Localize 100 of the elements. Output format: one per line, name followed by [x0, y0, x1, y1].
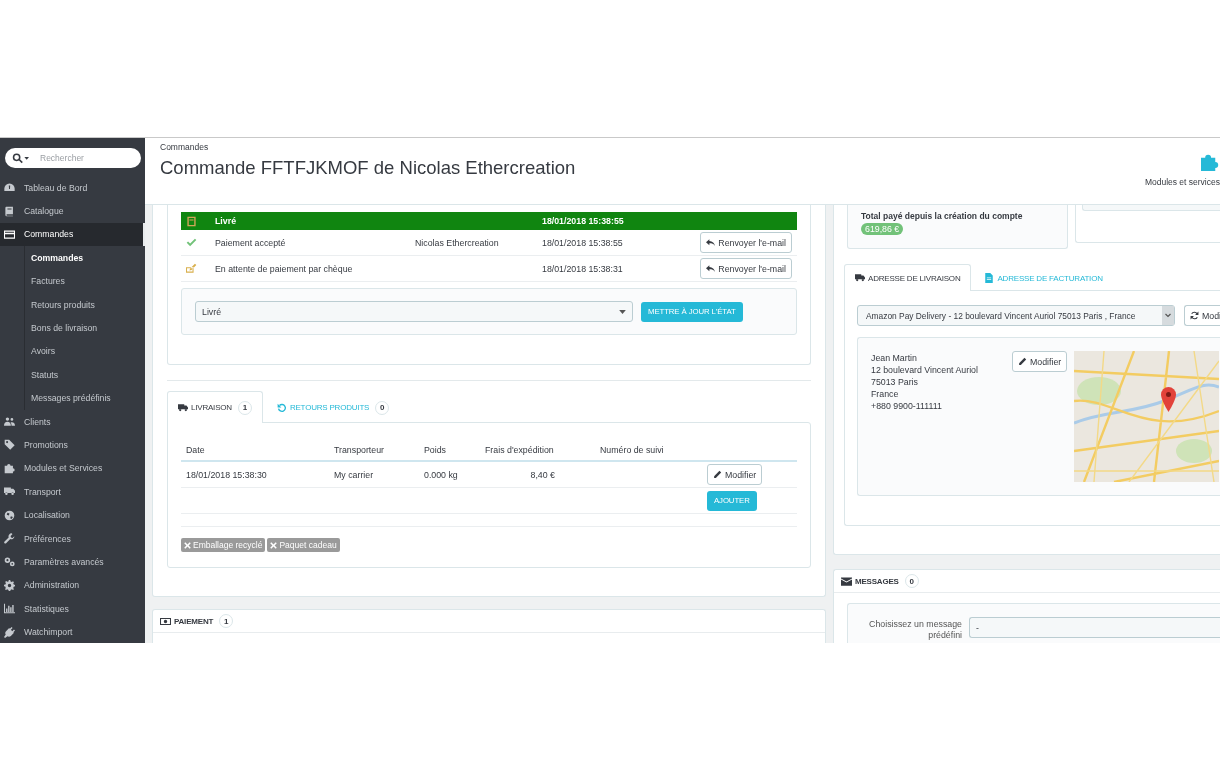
sidebar-item[interactable]: Clients [0, 409, 145, 434]
plug-icon [4, 626, 15, 638]
column-header: Poids [424, 444, 446, 455]
message-select[interactable]: - [969, 617, 1220, 638]
count-badge: 0 [375, 400, 390, 415]
truck-icon [4, 486, 15, 498]
sidebar-item[interactable]: Paramètres avancés [0, 550, 145, 574]
change-address-button[interactable]: Modi [1184, 305, 1220, 326]
sidebar-item[interactable]: Transport [0, 480, 145, 504]
edit-address-button[interactable]: Modifier [1012, 351, 1068, 372]
edit-shipping-button[interactable]: Modifier [707, 464, 763, 485]
sidebar-item[interactable]: Watchimport [0, 620, 145, 643]
input-field[interactable] [1082, 205, 1220, 211]
sidebar-item[interactable]: Modules et Services [0, 456, 145, 481]
gears-icon [4, 556, 15, 568]
tab[interactable]: RETOURS PRODUITS 0 [265, 391, 401, 423]
puzzle-icon [1201, 153, 1220, 171]
table-cell: 8,40 € [530, 469, 555, 480]
map-pin-icon [1161, 387, 1177, 412]
address-select[interactable]: Amazon Pay Delivery - 12 boulevard Vincent Auriol 75013 Paris , France [857, 305, 1175, 326]
sidebar-item[interactable]: Préférences [0, 526, 145, 551]
search-icon[interactable] [12, 153, 29, 164]
sidebar-item[interactable]: Commandes [0, 222, 145, 247]
tag-label: Paquet cadeau [279, 540, 337, 550]
sidebar-item[interactable]: Catalogue [0, 199, 145, 223]
pencil-icon [1018, 357, 1027, 366]
page-title: Commande FFTFJKMOF de Nicolas Ethercreation [160, 157, 576, 179]
submenu-item[interactable]: Avoirs [25, 339, 55, 364]
puzzle-icon [4, 462, 15, 474]
submenu-item[interactable]: Messages prédéfinis [25, 386, 111, 410]
count-badge: 1 [237, 400, 252, 415]
address-line: France [871, 388, 899, 400]
table-cell: 0.000 kg [424, 469, 458, 480]
status-date: 18/01/2018 15:38:55 [542, 237, 623, 248]
bar-chart-icon [4, 603, 15, 615]
submenu-item[interactable]: Bons de livraison [25, 316, 98, 340]
resend-email-button[interactable]: Renvoyer l'e-mail [700, 258, 792, 279]
column-header: Transporteur [334, 444, 385, 455]
check-icon [186, 237, 197, 248]
credit-card-icon [4, 228, 15, 240]
column-header: Numéro de suivi [600, 444, 664, 455]
submenu-item[interactable]: Retours produits [25, 292, 95, 317]
section-title: MESSAGES [855, 576, 899, 586]
address-line: Jean Martin [871, 352, 917, 364]
submenu-item[interactable]: Statuts [25, 363, 59, 387]
sidebar-item[interactable]: Promotions [0, 433, 145, 457]
sidebar-item[interactable]: Administration [0, 573, 145, 598]
status-name: En attente de paiement par chèque [215, 263, 353, 274]
envelope-icon [841, 576, 852, 586]
sidebar-item[interactable]: Tableau de Bord [0, 176, 145, 200]
caret-icon [619, 309, 626, 314]
count-badge: 0 [904, 574, 919, 588]
column-header: Frais d'expédition [485, 444, 554, 455]
tag-icon [4, 439, 15, 451]
status-name: Paiement accepté [215, 237, 286, 248]
resend-email-button[interactable]: Renvoyer l'e-mail [700, 232, 792, 253]
cross-icon [184, 541, 191, 549]
cross-icon [270, 541, 278, 549]
column-header: Date [186, 444, 205, 455]
pencil-icon [713, 470, 722, 479]
truck-icon [178, 402, 188, 413]
tab[interactable]: ADRESSE DE LIVRAISON [844, 264, 972, 291]
globe-icon [4, 509, 15, 521]
wrench-icon [4, 533, 15, 545]
sidebar-item[interactable]: Localisation [0, 503, 145, 527]
document-icon [984, 273, 995, 283]
toolbar-button[interactable]: Modules et services [1144, 153, 1220, 187]
total-badge: 619,86 € [861, 223, 904, 235]
refresh-icon [1190, 311, 1199, 320]
status-date: 18/01/2018 15:38:55 [542, 216, 624, 226]
tag-label: Emballage recyclé [193, 540, 263, 550]
book-icon [4, 205, 15, 217]
breadcrumb[interactable]: Commandes [160, 142, 209, 153]
status-name: Livré [215, 216, 237, 226]
employee-name: Nicolas Ethercreation [415, 237, 499, 248]
search-field[interactable]: Rechercher [5, 148, 141, 168]
sidebar-item[interactable]: Statistiques [0, 597, 145, 621]
users-icon [4, 416, 15, 428]
table-cell: 18/01/2018 15:38:30 [186, 469, 267, 480]
package-icon [186, 215, 197, 227]
gauge-icon [4, 182, 15, 194]
undo-icon [276, 402, 287, 413]
status-select[interactable]: Livré [195, 301, 633, 322]
submenu-item[interactable]: Commandes [25, 246, 84, 270]
status-date: 18/01/2018 15:38:31 [542, 263, 623, 274]
address-line: 12 boulevard Vincent Auriol [871, 364, 978, 376]
tab[interactable]: LIVRAISON 1 [167, 391, 263, 423]
banknote-icon [160, 616, 171, 626]
section-title: PAIEMENT [174, 616, 214, 626]
reply-icon [706, 264, 716, 273]
table-cell: My carrier [334, 469, 374, 480]
gear-icon [4, 579, 15, 591]
submenu-item[interactable]: Factures [25, 269, 65, 293]
pencil-paper-icon [186, 263, 197, 274]
field-label: Choisissez un message prédéfini [868, 618, 962, 640]
address-line: 75013 Paris [871, 376, 918, 388]
truck-icon [855, 273, 865, 283]
reply-icon [706, 238, 716, 247]
total-paid-label: Total payé depuis la création du compte [861, 210, 1023, 222]
count-badge: 1 [219, 614, 234, 628]
